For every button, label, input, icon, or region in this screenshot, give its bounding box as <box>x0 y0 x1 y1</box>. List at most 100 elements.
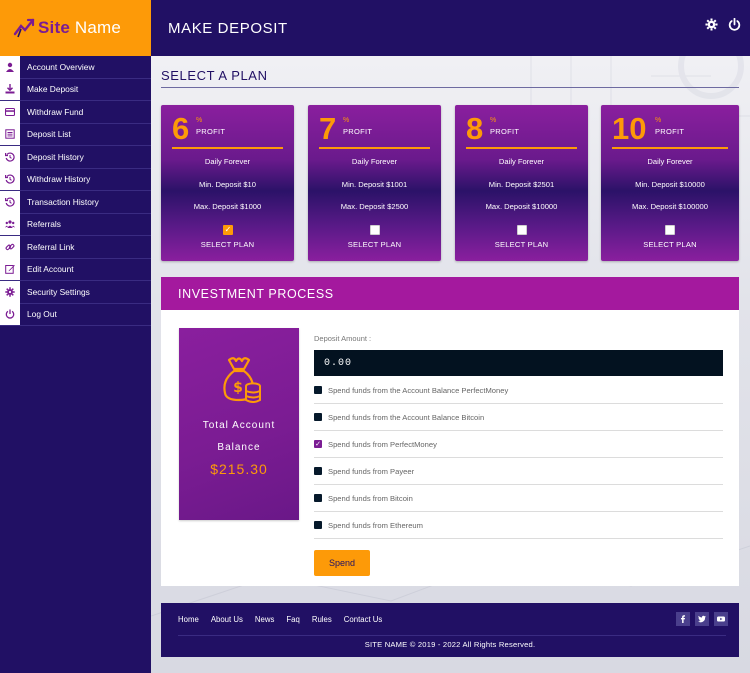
plan-select-checkbox[interactable] <box>370 225 380 235</box>
sidebar-item-log-out[interactable]: Log Out <box>0 303 151 326</box>
footer-link-about-us[interactable]: About Us <box>211 615 243 624</box>
section-title-investment: INVESTMENT PROCESS <box>178 286 334 301</box>
sidebar-item-label: Transaction History <box>27 196 99 207</box>
section-divider <box>161 87 739 88</box>
history-icon <box>0 190 20 213</box>
sidebar-item-transaction-history[interactable]: Transaction History <box>0 190 151 214</box>
plan-select-label[interactable]: SELECT PLAN <box>308 240 441 249</box>
gear-icon[interactable] <box>705 18 718 31</box>
social-links <box>676 612 728 626</box>
plan-term: Daily Forever <box>647 157 693 166</box>
funding-option-payeer[interactable]: Spend funds from Payeer <box>314 458 723 485</box>
card-icon <box>0 100 20 123</box>
deposit-amount-input[interactable] <box>314 350 723 376</box>
list-icon <box>0 123 20 146</box>
sidebar-item-label: Deposit List <box>27 129 71 140</box>
plan-select-checkbox[interactable] <box>223 225 233 235</box>
plan-select-label[interactable]: SELECT PLAN <box>161 240 294 249</box>
sidebar-item-withdraw-history[interactable]: Withdraw History <box>0 168 151 191</box>
sidebar-item-edit-account[interactable]: Edit Account <box>0 258 151 281</box>
plan-card-6[interactable]: 6 % PROFIT Daily Forever Min. Deposit $1… <box>161 105 294 261</box>
plans-row: 6 % PROFIT Daily Forever Min. Deposit $1… <box>161 105 739 261</box>
plan-select-checkbox[interactable] <box>517 225 527 235</box>
sidebar: Site Name Account Overview Make Deposit … <box>0 0 151 673</box>
funding-option-perfectmoney[interactable]: Spend funds from PerfectMoney <box>314 431 723 458</box>
option-checkbox[interactable] <box>314 386 322 394</box>
footer: Home About Us News Faq Rules Contact Us … <box>161 603 739 657</box>
sidebar-item-label: Referral Link <box>27 241 75 252</box>
footer-link-news[interactable]: News <box>255 615 275 624</box>
footer-link-contact-us[interactable]: Contact Us <box>344 615 383 624</box>
sidebar-item-deposit-list[interactable]: Deposit List <box>0 123 151 146</box>
plan-select-label[interactable]: SELECT PLAN <box>455 240 588 249</box>
plan-profit-label: PROFIT <box>196 127 226 136</box>
plan-select-checkbox[interactable] <box>665 225 675 235</box>
option-label: Spend funds from Bitcoin <box>328 493 413 503</box>
funding-option-balance-bitcoin[interactable]: Spend funds from the Account Balance Bit… <box>314 404 723 431</box>
user-icon <box>0 55 20 78</box>
plan-max-deposit: Max. Deposit $10000 <box>485 202 558 211</box>
power-icon[interactable] <box>728 18 741 31</box>
option-label: Spend funds from PerfectMoney <box>328 439 437 449</box>
section-title-select-plan: SELECT A PLAN <box>161 68 268 83</box>
option-checkbox[interactable] <box>314 440 322 448</box>
plan-card-7[interactable]: 7 % PROFIT Daily Forever Min. Deposit $1… <box>308 105 441 261</box>
plan-underline <box>172 147 283 149</box>
plan-underline <box>319 147 430 149</box>
twitter-icon[interactable] <box>695 612 709 626</box>
footer-link-home[interactable]: Home <box>178 615 199 624</box>
funding-option-bitcoin[interactable]: Spend funds from Bitcoin <box>314 485 723 512</box>
main-content: SELECT A PLAN 6 % PROFIT Daily Forever M… <box>151 56 750 673</box>
download-icon <box>0 78 20 101</box>
plan-max-deposit: Max. Deposit $100000 <box>632 202 708 211</box>
plan-card-10[interactable]: 10 % PROFIT Daily Forever Min. Deposit $… <box>601 105 739 261</box>
plan-min-deposit: Min. Deposit $1001 <box>341 180 408 189</box>
plan-percent-sign: % <box>655 117 662 124</box>
plan-term: Daily Forever <box>498 157 545 166</box>
option-label: Spend funds from the Account Balance Per… <box>328 385 509 395</box>
plan-underline <box>466 147 577 149</box>
facebook-icon[interactable] <box>676 612 690 626</box>
youtube-icon[interactable] <box>714 612 728 626</box>
top-bar: MAKE DEPOSIT <box>151 0 750 56</box>
svg-text:$: $ <box>233 380 243 396</box>
spend-button[interactable]: Spend <box>314 550 370 576</box>
sidebar-item-account-overview[interactable]: Account Overview <box>0 55 151 79</box>
site-logo[interactable]: Site Name <box>0 0 151 56</box>
edit-icon <box>0 258 20 281</box>
plan-profit-label: PROFIT <box>343 127 373 136</box>
funding-option-ethereum[interactable]: Spend funds from Ethereum <box>314 512 723 539</box>
sidebar-item-referrals[interactable]: Referrals <box>0 213 151 236</box>
page-title: MAKE DEPOSIT <box>168 19 288 37</box>
funding-option-balance-perfectmoney[interactable]: Spend funds from the Account Balance Per… <box>314 377 723 404</box>
sidebar-item-deposit-history[interactable]: Deposit History <box>0 145 151 169</box>
option-label: Spend funds from the Account Balance Bit… <box>328 412 485 422</box>
sidebar-item-label: Account Overview <box>27 61 95 72</box>
logo-mark-icon <box>13 18 35 38</box>
plan-percent: 8 <box>466 111 484 146</box>
power-icon <box>0 303 20 326</box>
footer-link-faq[interactable]: Faq <box>286 615 299 624</box>
plan-select-label[interactable]: SELECT PLAN <box>601 240 739 249</box>
sidebar-item-withdraw-fund[interactable]: Withdraw Fund <box>0 100 151 124</box>
sidebar-item-security-settings[interactable]: Security Settings <box>0 280 151 304</box>
investment-process-panel: $ Total Account Balance $215.30 Deposit … <box>161 310 739 586</box>
option-checkbox[interactable] <box>314 494 322 502</box>
plan-max-deposit: Max. Deposit $2500 <box>340 202 409 211</box>
option-checkbox[interactable] <box>314 413 322 421</box>
plan-card-8[interactable]: 8 % PROFIT Daily Forever Min. Deposit $2… <box>455 105 588 261</box>
investment-process-header: INVESTMENT PROCESS <box>161 277 739 310</box>
footer-link-rules[interactable]: Rules <box>312 615 332 624</box>
option-checkbox[interactable] <box>314 521 322 529</box>
balance-title-line2: Balance <box>217 442 261 453</box>
history-icon <box>0 145 20 168</box>
option-checkbox[interactable] <box>314 467 322 475</box>
sidebar-item-make-deposit[interactable]: Make Deposit <box>0 78 151 101</box>
sidebar-item-label: Edit Account <box>27 264 74 275</box>
sidebar-item-label: Log Out <box>27 309 57 320</box>
plan-term: Daily Forever <box>351 157 398 166</box>
money-bag-icon: $ <box>223 357 261 403</box>
sidebar-item-referral-link[interactable]: Referral Link <box>0 235 151 259</box>
plan-min-deposit: Min. Deposit $2501 <box>488 180 555 189</box>
sidebar-item-label: Withdraw Fund <box>27 106 84 117</box>
